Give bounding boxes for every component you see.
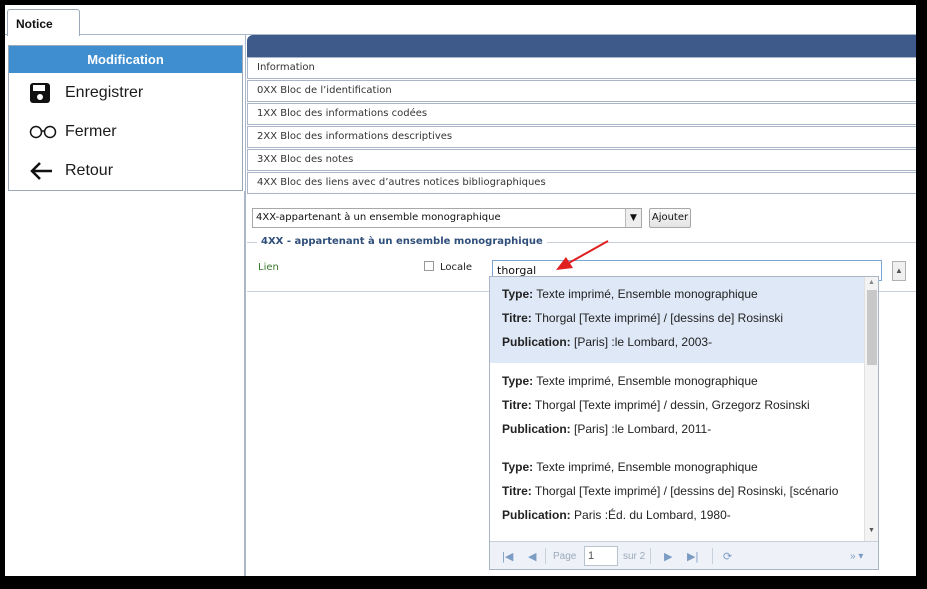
lien-label: Lien [258,262,279,273]
expand-button[interactable]: ▲ [892,261,906,281]
result-item[interactable]: Type: Texte imprimé, Ensemble monographi… [490,450,864,536]
pager-separator [650,548,651,564]
app-window: Notice Modification Enregistrer Fermer R… [5,5,916,576]
section-3xx[interactable]: 3XX Bloc des notes [247,149,916,171]
pager-separator [712,548,713,564]
fieldset-legend: 4XX - appartenant à un ensemble monograp… [257,236,547,247]
left-panel-filler [5,191,245,576]
back-button[interactable]: Retour [9,151,242,190]
title-value: Thorgal [Texte imprimé] / [dessins de] R… [534,484,839,498]
prev-page-icon[interactable]: ◀ [528,550,536,563]
last-page-icon[interactable]: ▶| [687,550,698,563]
arrow-left-icon [29,161,59,180]
results-scrollbar[interactable]: ▲ ▼ [864,277,878,541]
content-header-bar [247,35,916,57]
result-item[interactable]: Type: Texte imprimé, Ensemble monographi… [490,364,864,450]
tab-notice[interactable]: Notice [7,9,80,36]
save-button[interactable]: Enregistrer [9,73,242,112]
section-0xx[interactable]: 0XX Bloc de l’identification [247,80,916,102]
pager-separator [545,548,546,564]
type-value: Texte imprimé, Ensemble monographique [536,374,758,388]
title-value: Thorgal [Texte imprimé] / [dessins de] R… [534,311,784,325]
type-value: Texte imprimé, Ensemble monographique [536,287,758,301]
scroll-down-icon[interactable]: ▼ [868,527,875,534]
left-panel: Modification Enregistrer Fermer Retour [8,45,243,191]
tab-bar: Notice [5,5,916,36]
section-information[interactable]: Information [247,57,916,79]
publication-label: Publication: [502,335,571,349]
panel-title: Modification [9,46,242,73]
more-label: » [850,551,856,562]
block-type-select[interactable]: 4XX-appartenant à un ensemble monographi… [252,208,642,228]
add-button[interactable]: Ajouter [649,208,691,228]
locale-label: Locale [440,262,473,273]
more-options-button[interactable]: » ▾ [850,551,863,562]
publication-value: Paris :Éd. du Lombard, 1980- [574,508,731,522]
type-label: Type: [502,374,534,388]
publication-label: Publication: [502,508,571,522]
search-results-dropdown: Type: Texte imprimé, Ensemble monographi… [489,276,879,570]
result-item[interactable]: Type: Texte imprimé, Ensemble monographi… [490,277,864,363]
publication-label: Publication: [502,422,571,436]
save-icon [29,82,59,104]
title-label: Titre: [502,311,532,325]
save-label: Enregistrer [65,83,144,101]
back-label: Retour [65,161,114,179]
first-page-icon[interactable]: |◀ [502,550,513,563]
type-label: Type: [502,460,534,474]
type-value: Texte imprimé, Ensemble monographique [536,460,758,474]
type-label: Type: [502,287,534,301]
block-type-value: 4XX-appartenant à un ensemble monographi… [256,212,501,223]
page-count-label: sur 2 [623,551,646,562]
section-2xx[interactable]: 2XX Bloc des informations descriptives [247,126,916,148]
publication-value: [Paris] :le Lombard, 2011- [574,422,712,436]
pagination-bar: |◀ ◀ Page 1 sur 2 ▶ ▶| ⟳ » ▾ [490,541,878,569]
title-value: Thorgal [Texte imprimé] / dessin, Grzego… [534,398,810,412]
close-label: Fermer [65,122,117,140]
close-button[interactable]: Fermer [9,112,242,151]
section-1xx[interactable]: 1XX Bloc des informations codées [247,103,916,125]
title-label: Titre: [502,398,532,412]
section-4xx[interactable]: 4XX Bloc des liens avec d’autres notices… [247,172,916,194]
title-label: Titre: [502,484,532,498]
scroll-thumb[interactable] [867,290,877,365]
locale-checkbox[interactable] [424,261,434,271]
page-label: Page [553,551,577,562]
chevron-down-icon: ▼ [625,209,641,227]
glasses-icon [29,125,59,139]
annotation-arrow-icon [556,240,609,270]
publication-value: [Paris] :le Lombard, 2003- [574,335,713,349]
next-page-icon[interactable]: ▶ [664,550,672,563]
refresh-icon[interactable]: ⟳ [723,550,732,563]
scroll-up-icon[interactable]: ▲ [868,279,875,286]
page-number-input[interactable]: 1 [584,546,618,566]
